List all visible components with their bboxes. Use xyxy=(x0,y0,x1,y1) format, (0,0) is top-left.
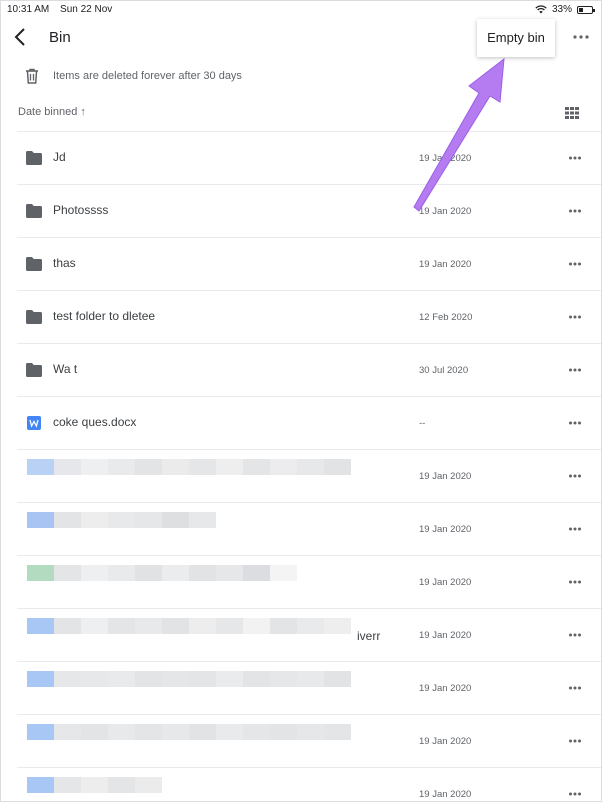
date-binned: 19 Jan 2020 xyxy=(419,524,472,535)
more-options-icon[interactable] xyxy=(568,788,582,800)
date-binned: 19 Jan 2020 xyxy=(419,153,472,164)
file-name: thas xyxy=(53,256,76,270)
file-row[interactable]: 19 Jan 2020 xyxy=(17,502,601,555)
file-name: Jd xyxy=(53,150,66,164)
date-binned: 30 Jul 2020 xyxy=(419,365,469,376)
status-time: 10:31 AM xyxy=(7,4,50,15)
redacted-file-name xyxy=(27,618,351,634)
file-row[interactable]: thas 19 Jan 2020 xyxy=(17,237,601,290)
app-bar: Bin Empty bin xyxy=(1,19,601,57)
file-name: coke ques.docx xyxy=(53,415,137,429)
more-options-icon[interactable] xyxy=(568,523,582,535)
date-binned: -- xyxy=(419,418,426,429)
redacted-file-name xyxy=(27,512,216,528)
more-options-icon[interactable] xyxy=(568,682,582,694)
page-title: Bin xyxy=(49,29,71,46)
date-binned: 19 Jan 2020 xyxy=(419,206,472,217)
more-options-icon[interactable] xyxy=(568,629,582,641)
more-options-icon[interactable] xyxy=(568,311,582,323)
file-name: test folder to dletee xyxy=(53,309,156,323)
sort-bar: Date binned ↑ xyxy=(1,101,601,125)
more-options-icon[interactable] xyxy=(568,258,582,270)
file-row[interactable]: coke ques.docx -- xyxy=(17,396,601,449)
file-row[interactable]: Wa t 30 Jul 2020 xyxy=(17,343,601,396)
date-binned: 19 Jan 2020 xyxy=(419,471,472,482)
grid-view-icon[interactable] xyxy=(565,107,579,119)
file-name-tail: iverr xyxy=(357,629,381,643)
sort-date-binned-button[interactable]: Date binned ↑ xyxy=(18,106,86,118)
empty-bin-menu-item[interactable]: Empty bin xyxy=(477,19,555,57)
notice-text: Items are deleted forever after 30 days xyxy=(53,70,242,82)
folder-icon xyxy=(26,151,42,165)
file-row[interactable]: Photossss 19 Jan 2020 xyxy=(17,184,601,237)
file-name: Wa t xyxy=(53,362,78,376)
bin-notice: Items are deleted forever after 30 days xyxy=(25,65,242,87)
date-binned: 19 Jan 2020 xyxy=(419,683,472,694)
status-bar: 10:31 AM Sun 22 Nov 33% xyxy=(1,1,601,19)
date-binned: 19 Jan 2020 xyxy=(419,630,472,641)
file-row[interactable]: 19 Jan 2020 xyxy=(17,555,601,608)
file-row[interactable]: Jd 19 Jan 2020 xyxy=(17,131,601,184)
more-options-icon[interactable] xyxy=(572,31,590,43)
folder-icon xyxy=(26,363,42,377)
date-binned: 19 Jan 2020 xyxy=(419,736,472,747)
battery-icon xyxy=(577,5,595,14)
file-row[interactable]: test folder to dletee 12 Feb 2020 xyxy=(17,290,601,343)
battery-percent: 33% xyxy=(551,4,572,15)
folder-icon xyxy=(26,204,42,218)
wifi-icon xyxy=(535,5,547,14)
more-options-icon[interactable] xyxy=(568,152,582,164)
redacted-file-name xyxy=(27,671,351,687)
more-options-icon[interactable] xyxy=(568,364,582,376)
more-options-icon[interactable] xyxy=(568,417,582,429)
more-options-icon[interactable] xyxy=(568,576,582,588)
more-options-icon[interactable] xyxy=(568,735,582,747)
date-binned: 19 Jan 2020 xyxy=(419,577,472,588)
redacted-file-name xyxy=(27,459,351,475)
folder-icon xyxy=(26,310,42,324)
date-binned: 19 Jan 2020 xyxy=(419,789,472,800)
trash-icon xyxy=(26,68,38,84)
date-binned: 19 Jan 2020 xyxy=(419,259,472,270)
battery-fill xyxy=(579,7,583,12)
file-row[interactable]: iverr 19 Jan 2020 xyxy=(17,608,601,661)
file-list: Jd 19 Jan 2020 Photossss 19 Jan 2020 thas 19 … xyxy=(17,131,601,801)
file-row[interactable]: 19 Jan 2020 xyxy=(17,449,601,502)
screen: 10:31 AM Sun 22 Nov 33% Bin Empty bin It… xyxy=(0,0,602,802)
folder-icon xyxy=(26,257,42,271)
file-row[interactable]: 19 Jan 2020 xyxy=(17,767,601,801)
word-doc-icon xyxy=(27,416,41,430)
more-options-icon[interactable] xyxy=(568,470,582,482)
date-binned: 12 Feb 2020 xyxy=(419,312,473,323)
redacted-file-name xyxy=(27,724,351,740)
redacted-file-name xyxy=(27,777,162,793)
file-row[interactable]: 19 Jan 2020 xyxy=(17,714,601,767)
file-row[interactable]: 19 Jan 2020 xyxy=(17,661,601,714)
status-date: Sun 22 Nov xyxy=(60,4,113,15)
redacted-file-name xyxy=(27,565,297,581)
file-name: Photossss xyxy=(53,203,109,217)
back-arrow-icon[interactable] xyxy=(11,25,31,49)
more-options-icon[interactable] xyxy=(568,205,582,217)
